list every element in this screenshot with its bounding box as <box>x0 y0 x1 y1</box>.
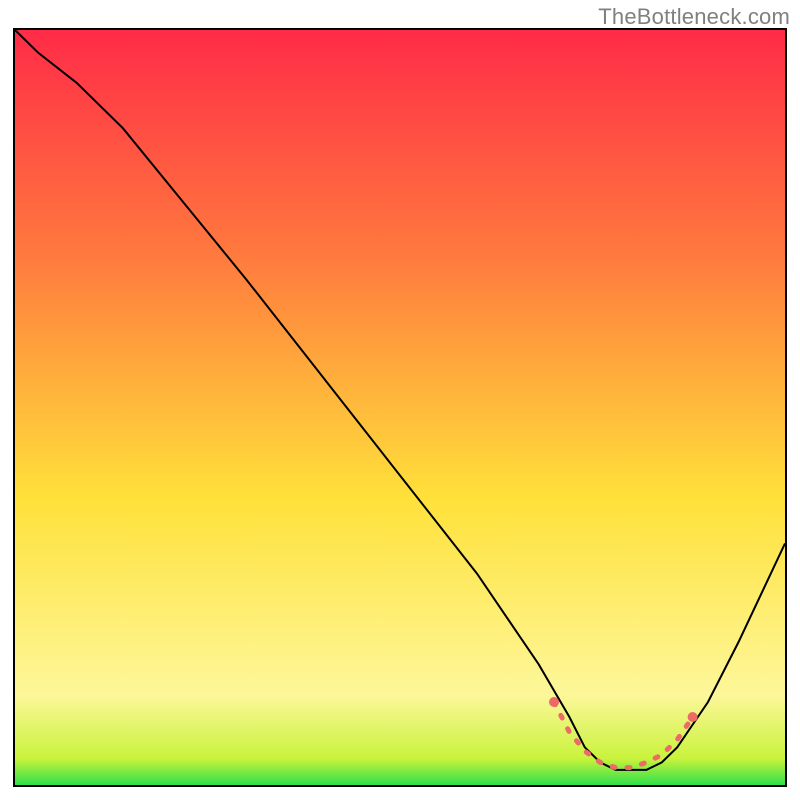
watermark-text: TheBottleneck.com <box>598 4 790 30</box>
chart-svg <box>15 30 785 785</box>
valley-endpoint-dot <box>549 697 559 707</box>
valley-highlight <box>554 702 693 768</box>
valley-endpoint-dot <box>688 712 698 722</box>
bottleneck-curve <box>15 30 785 770</box>
chart-area <box>13 28 787 787</box>
